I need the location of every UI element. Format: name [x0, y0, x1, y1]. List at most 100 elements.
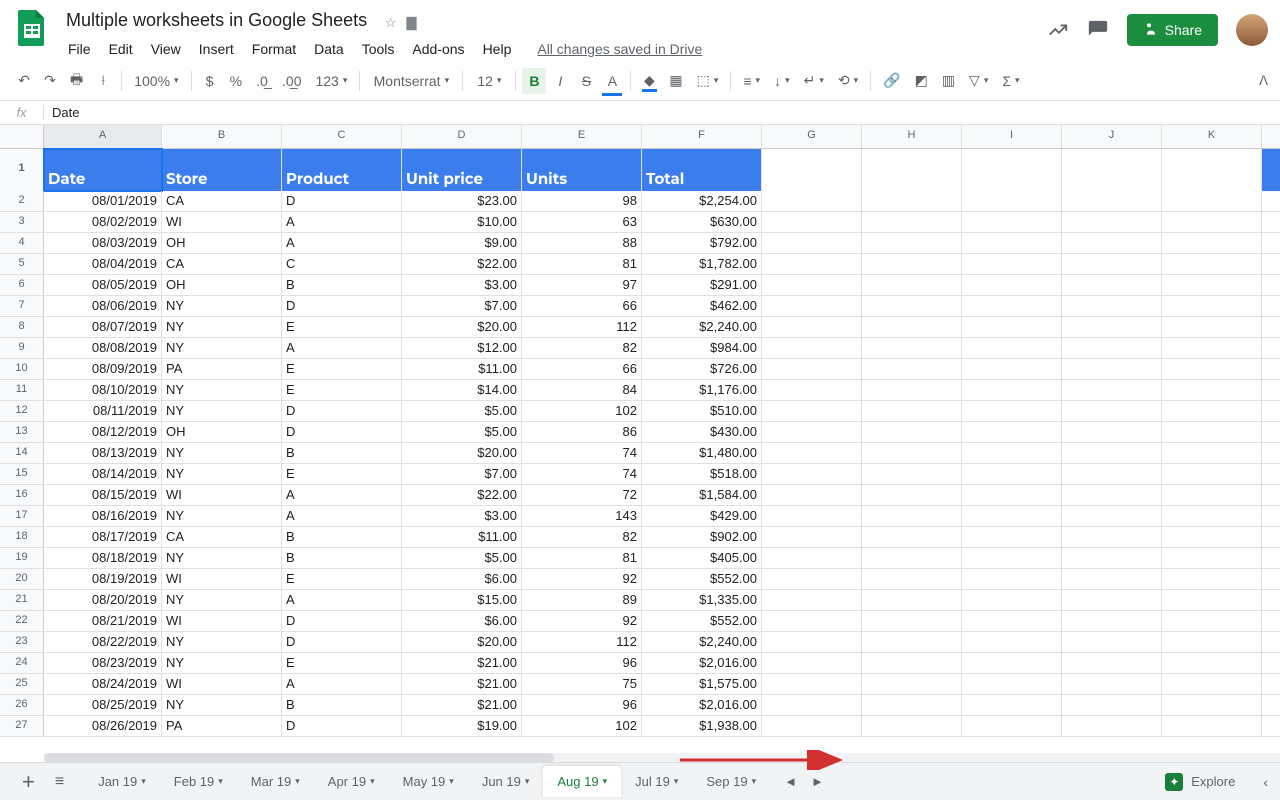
cell[interactable] — [862, 653, 962, 673]
cell[interactable]: C — [282, 254, 402, 274]
cell[interactable]: $1,938.00 — [642, 716, 762, 736]
cell[interactable] — [862, 590, 962, 610]
cell[interactable] — [1162, 485, 1262, 505]
cell[interactable]: $21.00 — [402, 695, 522, 715]
sheet-tab-jan-19[interactable]: Jan 19▾ — [84, 766, 160, 797]
col-header-I[interactable]: I — [962, 125, 1062, 148]
cell[interactable] — [962, 506, 1062, 526]
cell[interactable]: $518.00 — [642, 464, 762, 484]
cell[interactable]: $902.00 — [642, 527, 762, 547]
menu-view[interactable]: View — [143, 37, 189, 61]
cell[interactable] — [1062, 548, 1162, 568]
cell[interactable] — [862, 527, 962, 547]
row-header-10[interactable]: 10 — [0, 359, 44, 379]
cell[interactable]: 08/11/2019 — [44, 401, 162, 421]
row-header-15[interactable]: 15 — [0, 464, 44, 484]
cell[interactable] — [1062, 359, 1162, 379]
cell[interactable] — [862, 191, 962, 211]
cell[interactable] — [862, 380, 962, 400]
spreadsheet-grid[interactable]: ABCDEFGHIJK 1DateStoreProductUnit priceU… — [0, 125, 1280, 763]
cell[interactable]: $430.00 — [642, 422, 762, 442]
cell[interactable]: $726.00 — [642, 359, 762, 379]
cell[interactable] — [1162, 653, 1262, 673]
cell[interactable]: 88 — [522, 233, 642, 253]
cell[interactable] — [1162, 338, 1262, 358]
cell[interactable]: D — [282, 611, 402, 631]
filter-button[interactable]: ▽ — [963, 68, 994, 94]
cell[interactable]: B — [282, 695, 402, 715]
col-header-G[interactable]: G — [762, 125, 862, 148]
cell[interactable]: 112 — [522, 632, 642, 652]
row-header-8[interactable]: 8 — [0, 317, 44, 337]
cell[interactable] — [962, 674, 1062, 694]
cell[interactable]: WI — [162, 212, 282, 232]
row-header-5[interactable]: 5 — [0, 254, 44, 274]
doc-title[interactable]: Multiple worksheets in Google Sheets — [60, 8, 373, 33]
paint-format-button[interactable]: ⟊ — [91, 68, 115, 94]
cell[interactable] — [762, 191, 862, 211]
cell[interactable]: $11.00 — [402, 359, 522, 379]
row-header-9[interactable]: 9 — [0, 338, 44, 358]
cell[interactable]: E — [282, 464, 402, 484]
redo-button[interactable]: ↷ — [38, 68, 62, 94]
sheet-tab-mar-19[interactable]: Mar 19▾ — [237, 766, 314, 797]
cell[interactable] — [962, 212, 1062, 232]
font-select[interactable]: Montserrat — [366, 68, 456, 94]
cell[interactable] — [762, 611, 862, 631]
cell[interactable] — [1162, 422, 1262, 442]
decrease-decimal-button[interactable]: .0̲ — [250, 68, 274, 94]
cell[interactable]: A — [282, 338, 402, 358]
row-header-24[interactable]: 24 — [0, 653, 44, 673]
cell[interactable] — [1162, 569, 1262, 589]
italic-button[interactable]: I — [548, 68, 572, 94]
cell[interactable]: 08/20/2019 — [44, 590, 162, 610]
cell[interactable]: 84 — [522, 380, 642, 400]
cell[interactable] — [762, 695, 862, 715]
cell[interactable]: $22.00 — [402, 485, 522, 505]
cell[interactable] — [962, 527, 1062, 547]
menu-data[interactable]: Data — [306, 37, 352, 61]
cell[interactable] — [762, 359, 862, 379]
cell[interactable]: 08/22/2019 — [44, 632, 162, 652]
row-header-16[interactable]: 16 — [0, 485, 44, 505]
menu-tools[interactable]: Tools — [354, 37, 403, 61]
cell[interactable] — [1062, 191, 1162, 211]
cell[interactable]: B — [282, 275, 402, 295]
sheet-prev-button[interactable]: ◄ — [784, 774, 797, 789]
cell[interactable]: A — [282, 233, 402, 253]
font-size-select[interactable]: 12 — [469, 68, 509, 94]
cell[interactable] — [862, 569, 962, 589]
v-align-button[interactable]: ↓ — [768, 68, 796, 94]
cell[interactable]: 143 — [522, 506, 642, 526]
cell[interactable] — [862, 548, 962, 568]
cell[interactable] — [1062, 527, 1162, 547]
cell[interactable] — [962, 317, 1062, 337]
cell[interactable] — [762, 212, 862, 232]
cell[interactable]: 08/04/2019 — [44, 254, 162, 274]
cell[interactable]: 97 — [522, 275, 642, 295]
folder-icon[interactable]: ▇ — [406, 15, 416, 31]
cell[interactable]: $1,480.00 — [642, 443, 762, 463]
number-format-select[interactable]: 123 — [309, 68, 353, 94]
cell[interactable]: $984.00 — [642, 338, 762, 358]
cell[interactable] — [862, 632, 962, 652]
cell[interactable]: NY — [162, 506, 282, 526]
row-header-19[interactable]: 19 — [0, 548, 44, 568]
cell[interactable] — [1062, 695, 1162, 715]
cell[interactable]: 08/02/2019 — [44, 212, 162, 232]
cell[interactable]: D — [282, 716, 402, 736]
cell[interactable]: $291.00 — [642, 275, 762, 295]
cell[interactable] — [1162, 317, 1262, 337]
cell[interactable]: $7.00 — [402, 296, 522, 316]
cell[interactable] — [962, 632, 1062, 652]
cell[interactable]: E — [282, 569, 402, 589]
cell[interactable]: NY — [162, 653, 282, 673]
cell[interactable]: E — [282, 317, 402, 337]
menu-insert[interactable]: Insert — [191, 37, 242, 61]
cell[interactable]: PA — [162, 716, 282, 736]
cell[interactable] — [862, 254, 962, 274]
collapse-toolbar-button[interactable]: ᐱ — [1259, 73, 1268, 89]
menu-edit[interactable]: Edit — [101, 37, 141, 61]
share-button[interactable]: Share — [1127, 14, 1218, 46]
header-cell[interactable] — [1062, 149, 1162, 191]
